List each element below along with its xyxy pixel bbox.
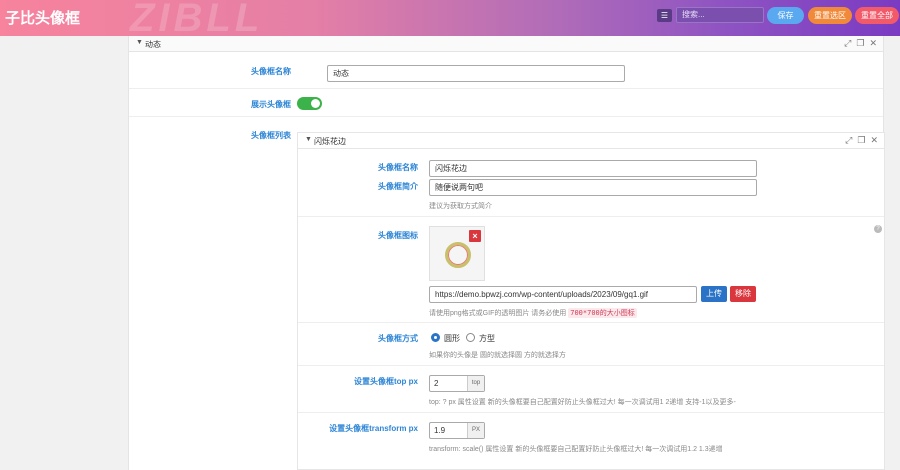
header-watermark: ZIBLL <box>130 0 264 36</box>
top-px-label: 设置头像框top px <box>354 377 418 386</box>
transform-hint: transform: scale() 属性设置 新的头像框要自己配置好防止头像框… <box>429 446 723 453</box>
close-icon[interactable]: ✕ <box>870 135 878 146</box>
search-input[interactable]: 搜索... <box>676 7 764 23</box>
item-icon-row: 头像框图标 ? × https://demo.bpwzj.com/wp-cont… <box>298 217 884 323</box>
copy-icon[interactable]: ❐ <box>857 135 865 146</box>
reset-section-button[interactable]: 重置选区 <box>808 7 852 24</box>
upload-button[interactable]: 上传 <box>701 286 727 302</box>
close-icon[interactable]: ✕ <box>869 38 877 49</box>
panel-header[interactable]: ▼ 动态 ⤢ ❐ ✕ <box>129 36 883 52</box>
show-frame-label: 展示头像框 <box>251 100 291 109</box>
menu-list-icon[interactable]: ☰ <box>657 9 672 22</box>
reset-all-button[interactable]: 重置全部 <box>855 7 899 24</box>
chevron-down-icon[interactable]: ▼ <box>136 39 143 46</box>
item-intro-hint: 建议为获取方式简介 <box>429 203 492 210</box>
shape-option-circle[interactable]: 圆形 <box>444 333 460 344</box>
save-button[interactable]: 保存 <box>767 7 804 24</box>
delete-icon[interactable]: × <box>469 230 481 242</box>
top-px-row: 设置头像框top px 2 top top: ? px 属性设置 新的头像框要自… <box>298 366 884 413</box>
frame-name-label: 头像框名称 <box>251 67 291 76</box>
show-frame-toggle[interactable] <box>297 97 322 110</box>
top-px-input[interactable]: 2 top <box>429 375 485 392</box>
icon-size-code: 700*700的大小图标 <box>568 308 637 318</box>
top-px-value[interactable]: 2 <box>430 376 467 391</box>
show-frame-row: 展示头像框 <box>129 89 883 117</box>
item-name-input[interactable]: 闪烁花边 <box>429 160 757 177</box>
frame-list-label: 头像框列表 <box>251 131 291 140</box>
shape-label: 头像框方式 <box>378 334 418 343</box>
top-px-hint: top: ? px 属性设置 新的头像框要自己配置好防止头像框过大! 每一次调试… <box>429 399 736 406</box>
top-px-unit: top <box>467 376 484 391</box>
icon-url-input[interactable]: https://demo.bpwzj.com/wp-content/upload… <box>429 286 697 303</box>
icon-preview: × <box>429 226 485 281</box>
frame-name-row: 头像框名称 动态 <box>129 52 883 89</box>
item-header[interactable]: ▼ 闪烁花边 ⤢ ❐ ✕ <box>298 133 884 149</box>
item-icon-label: 头像框图标 <box>378 231 418 240</box>
panel-actions: ⤢ ❐ ✕ <box>844 38 877 49</box>
transform-unit: PX <box>467 423 484 438</box>
icon-hint: 请使用png格式或GIF的透明图片 请务必使用 700*700的大小图标 <box>429 308 637 318</box>
frame-ring-image <box>445 242 471 268</box>
copy-icon[interactable]: ❐ <box>856 38 864 49</box>
remove-button[interactable]: 移除 <box>730 286 756 302</box>
frame-list-item: ▼ 闪烁花边 ⤢ ❐ ✕ 头像框名称 闪烁花边 头像框简介 随便说两句吧 建议为… <box>297 132 885 470</box>
shape-row: 头像框方式 圆形 方型 如果你的头像是 圆的就选择圆 方的就选择方 <box>298 323 884 366</box>
options-panel: ▼ 动态 ⤢ ❐ ✕ 头像框名称 动态 展示头像框 头像框列表 ▼ 闪烁花边 ⤢… <box>128 36 885 470</box>
shape-radio-circle[interactable] <box>431 333 440 342</box>
item-name-label: 头像框名称 <box>378 163 418 172</box>
item-intro-label: 头像框简介 <box>378 182 418 191</box>
transform-input[interactable]: 1.9 PX <box>429 422 485 439</box>
item-name-intro-row: 头像框名称 闪烁花边 头像框简介 随便说两句吧 建议为获取方式简介 <box>298 149 884 217</box>
shape-hint: 如果你的头像是 圆的就选择圆 方的就选择方 <box>429 352 566 359</box>
chevron-down-icon[interactable]: ▼ <box>305 136 312 143</box>
brand-title: 子比头像框 <box>5 10 81 27</box>
expand-icon[interactable]: ⤢ <box>845 135 852 146</box>
expand-icon[interactable]: ⤢ <box>844 38 851 49</box>
top-header: ZIBLL 子比头像框 ☰ 搜索... 保存 重置选区 重置全部 <box>0 0 900 36</box>
panel-title: 动态 <box>145 40 161 49</box>
transform-row: 设置头像框transform px 1.9 PX transform: scal… <box>298 413 884 455</box>
shape-option-square[interactable]: 方型 <box>479 333 495 344</box>
item-intro-input[interactable]: 随便说两句吧 <box>429 179 757 196</box>
transform-value[interactable]: 1.9 <box>430 423 467 438</box>
item-actions: ⤢ ❐ ✕ <box>845 135 878 146</box>
item-title: 闪烁花边 <box>314 137 346 146</box>
frame-name-input[interactable]: 动态 <box>327 65 625 82</box>
shape-radio-square[interactable] <box>466 333 475 342</box>
transform-label: 设置头像框transform px <box>329 424 418 433</box>
help-icon[interactable]: ? <box>874 225 882 233</box>
